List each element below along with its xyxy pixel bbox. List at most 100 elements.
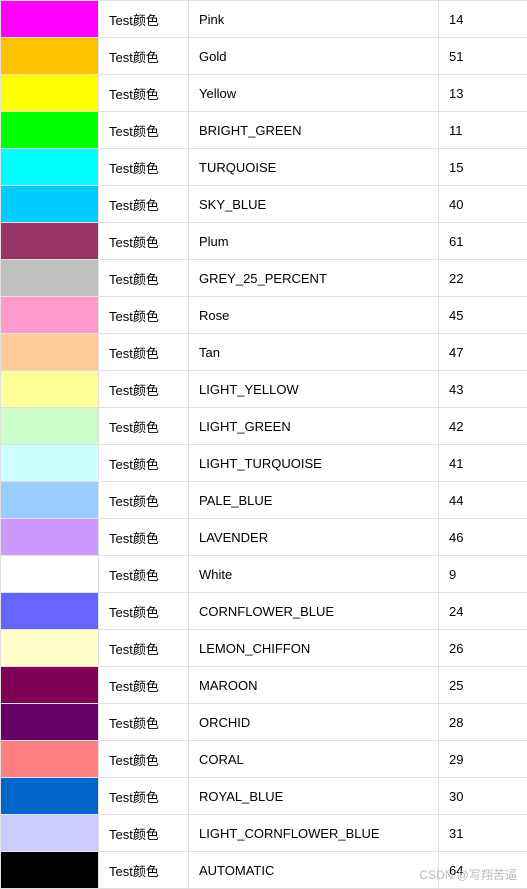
color-swatch-cell bbox=[1, 778, 99, 815]
color-swatch bbox=[1, 445, 98, 481]
color-name-cell: Tan bbox=[189, 334, 439, 371]
color-swatch-cell bbox=[1, 630, 99, 667]
color-swatch bbox=[1, 371, 98, 407]
color-code-cell: 14 bbox=[439, 1, 527, 38]
color-code-cell: 25 bbox=[439, 667, 527, 704]
color-swatch bbox=[1, 112, 98, 148]
color-swatch bbox=[1, 741, 98, 777]
table-row: Test颜色ROYAL_BLUE30 bbox=[1, 778, 527, 815]
color-code-cell: 26 bbox=[439, 630, 527, 667]
color-name-cell: Yellow bbox=[189, 75, 439, 112]
color-swatch-cell bbox=[1, 112, 99, 149]
color-code-cell: 28 bbox=[439, 704, 527, 741]
color-swatch bbox=[1, 186, 98, 222]
label-cell: Test颜色 bbox=[99, 741, 189, 778]
table-row: Test颜色PALE_BLUE44 bbox=[1, 482, 527, 519]
color-swatch-cell bbox=[1, 371, 99, 408]
color-code-cell: 29 bbox=[439, 741, 527, 778]
table-row: Test颜色AUTOMATIC64 bbox=[1, 852, 527, 889]
table-row: Test颜色MAROON25 bbox=[1, 667, 527, 704]
table-row: Test颜色LEMON_CHIFFON26 bbox=[1, 630, 527, 667]
color-name-cell: AUTOMATIC bbox=[189, 852, 439, 889]
table-row: Test颜色Gold51 bbox=[1, 38, 527, 75]
table-row: Test颜色CORAL29 bbox=[1, 741, 527, 778]
table-row: Test颜色White9 bbox=[1, 556, 527, 593]
color-swatch bbox=[1, 1, 98, 37]
color-name-cell: LIGHT_GREEN bbox=[189, 408, 439, 445]
color-swatch-cell bbox=[1, 482, 99, 519]
label-cell: Test颜色 bbox=[99, 667, 189, 704]
color-swatch bbox=[1, 519, 98, 555]
table-row: Test颜色Plum61 bbox=[1, 223, 527, 260]
color-swatch-cell bbox=[1, 408, 99, 445]
color-swatch bbox=[1, 852, 98, 888]
color-swatch-cell bbox=[1, 556, 99, 593]
table-row: Test颜色LIGHT_TURQUOISE41 bbox=[1, 445, 527, 482]
label-cell: Test颜色 bbox=[99, 445, 189, 482]
table-row: Test颜色Yellow13 bbox=[1, 75, 527, 112]
label-cell: Test颜色 bbox=[99, 186, 189, 223]
color-swatch-cell bbox=[1, 260, 99, 297]
label-cell: Test颜色 bbox=[99, 778, 189, 815]
color-swatch-cell bbox=[1, 593, 99, 630]
color-swatch bbox=[1, 778, 98, 814]
table-row: Test颜色TURQUOISE15 bbox=[1, 149, 527, 186]
color-swatch-cell bbox=[1, 815, 99, 852]
table-row: Test颜色Tan47 bbox=[1, 334, 527, 371]
color-code-cell: 44 bbox=[439, 482, 527, 519]
table-row: Test颜色LIGHT_YELLOW43 bbox=[1, 371, 527, 408]
color-swatch-cell bbox=[1, 334, 99, 371]
table-row: Test颜色Pink14 bbox=[1, 1, 527, 38]
color-swatch-cell bbox=[1, 852, 99, 889]
color-name-cell: CORAL bbox=[189, 741, 439, 778]
color-name-cell: TURQUOISE bbox=[189, 149, 439, 186]
color-name-cell: MAROON bbox=[189, 667, 439, 704]
color-name-cell: Plum bbox=[189, 223, 439, 260]
label-cell: Test颜色 bbox=[99, 371, 189, 408]
table-row: Test颜色BRIGHT_GREEN11 bbox=[1, 112, 527, 149]
color-code-cell: 31 bbox=[439, 815, 527, 852]
color-swatch bbox=[1, 38, 98, 74]
color-name-cell: SKY_BLUE bbox=[189, 186, 439, 223]
label-cell: Test颜色 bbox=[99, 482, 189, 519]
color-code-cell: 41 bbox=[439, 445, 527, 482]
color-swatch-cell bbox=[1, 38, 99, 75]
color-code-cell: 45 bbox=[439, 297, 527, 334]
color-name-cell: ROYAL_BLUE bbox=[189, 778, 439, 815]
color-code-cell: 47 bbox=[439, 334, 527, 371]
color-swatch-cell bbox=[1, 1, 99, 38]
color-swatch bbox=[1, 482, 98, 518]
color-swatch bbox=[1, 260, 98, 296]
color-code-cell: 40 bbox=[439, 186, 527, 223]
table-row: Test颜色LAVENDER46 bbox=[1, 519, 527, 556]
table-row: Test颜色LIGHT_CORNFLOWER_BLUE31 bbox=[1, 815, 527, 852]
color-swatch-cell bbox=[1, 704, 99, 741]
color-swatch bbox=[1, 223, 98, 259]
color-code-cell: 11 bbox=[439, 112, 527, 149]
label-cell: Test颜色 bbox=[99, 75, 189, 112]
color-code-cell: 46 bbox=[439, 519, 527, 556]
label-cell: Test颜色 bbox=[99, 704, 189, 741]
color-name-cell: Gold bbox=[189, 38, 439, 75]
color-name-cell: GREY_25_PERCENT bbox=[189, 260, 439, 297]
color-swatch bbox=[1, 667, 98, 703]
color-code-cell: 51 bbox=[439, 38, 527, 75]
color-name-cell: White bbox=[189, 556, 439, 593]
color-code-cell: 43 bbox=[439, 371, 527, 408]
label-cell: Test颜色 bbox=[99, 630, 189, 667]
color-swatch bbox=[1, 75, 98, 111]
color-swatch bbox=[1, 556, 98, 592]
color-name-cell: LEMON_CHIFFON bbox=[189, 630, 439, 667]
label-cell: Test颜色 bbox=[99, 149, 189, 186]
color-name-cell: PALE_BLUE bbox=[189, 482, 439, 519]
color-name-cell: LIGHT_YELLOW bbox=[189, 371, 439, 408]
color-name-cell: LAVENDER bbox=[189, 519, 439, 556]
color-code-cell: 22 bbox=[439, 260, 527, 297]
color-code-cell: 9 bbox=[439, 556, 527, 593]
color-code-cell: 24 bbox=[439, 593, 527, 630]
color-code-cell: 61 bbox=[439, 223, 527, 260]
color-code-cell: 30 bbox=[439, 778, 527, 815]
label-cell: Test颜色 bbox=[99, 260, 189, 297]
label-cell: Test颜色 bbox=[99, 852, 189, 889]
color-swatch bbox=[1, 297, 98, 333]
